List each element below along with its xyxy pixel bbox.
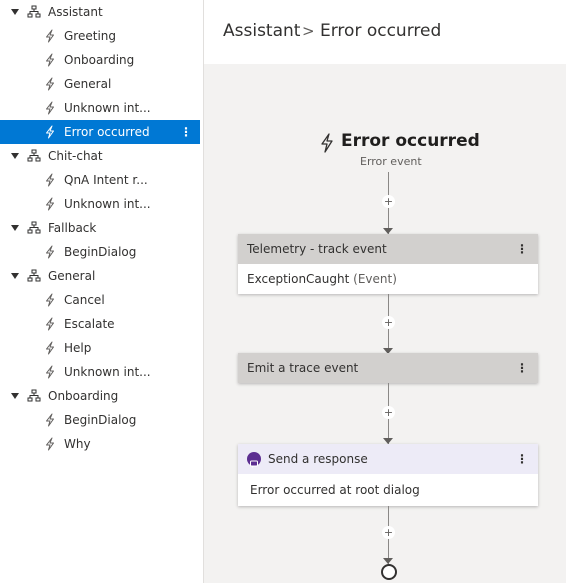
trigger-subtitle: Error event	[360, 155, 422, 168]
card-menu-button[interactable]: ⋮	[516, 353, 528, 383]
add-action-button[interactable]: +	[382, 195, 395, 208]
tree-dialog-item[interactable]: Assistant	[0, 0, 200, 24]
add-action-button[interactable]: +	[382, 526, 395, 539]
tree-trigger-item[interactable]: Help	[0, 336, 200, 360]
caret-down-icon[interactable]	[11, 393, 19, 399]
tree-trigger-item[interactable]: Error occurred ⋮	[0, 120, 200, 144]
tree-item-label: Assistant	[48, 5, 103, 19]
breadcrumb-current: Error occurred	[320, 21, 442, 41]
lightning-icon	[46, 341, 54, 355]
card-header: Emit a trace event ⋮	[238, 353, 538, 383]
tree-trigger-item[interactable]: Escalate	[0, 312, 200, 336]
tree-item-label: General	[48, 269, 96, 283]
tree-dialog-item[interactable]: General	[0, 264, 200, 288]
action-card-send-response[interactable]: Send a response ⋮ Error occurred at root…	[238, 444, 538, 506]
tree-item-label: Unknown int...	[64, 365, 151, 379]
tree-item-label: BeginDialog	[64, 245, 137, 259]
dialog-tree-icon	[27, 5, 41, 18]
more-options-button[interactable]: ⋮	[180, 120, 192, 144]
action-card-trace[interactable]: Emit a trace event ⋮	[238, 353, 538, 383]
tree-trigger-item[interactable]: BeginDialog	[0, 240, 200, 264]
breadcrumb-root[interactable]: Assistant	[223, 21, 300, 41]
tree-dialog-item[interactable]: Fallback	[0, 216, 200, 240]
tree-item-label: BeginDialog	[64, 413, 137, 427]
tree-trigger-item[interactable]: Why	[0, 432, 200, 456]
tree-item-label: General	[64, 77, 112, 91]
lightning-icon	[46, 365, 54, 379]
tree-trigger-item[interactable]: Unknown int...	[0, 96, 200, 120]
tree-trigger-item[interactable]: Unknown int...	[0, 192, 200, 216]
tree-item-label: Onboarding	[48, 389, 119, 403]
tree-item-label: Greeting	[64, 29, 116, 43]
lightning-icon	[46, 293, 54, 307]
caret-down-icon[interactable]	[11, 153, 19, 159]
message-icon	[247, 452, 261, 468]
lightning-icon	[46, 413, 54, 427]
tree-trigger-item[interactable]: QnA Intent r...	[0, 168, 200, 192]
lightning-icon	[46, 53, 54, 67]
caret-down-icon[interactable]	[11, 9, 19, 15]
lightning-icon	[46, 197, 54, 211]
card-header: Send a response ⋮	[238, 444, 538, 474]
tree-item-label: Why	[64, 437, 91, 451]
card-header: Telemetry - track event ⋮	[238, 234, 538, 264]
tree-trigger-item[interactable]: Greeting	[0, 24, 200, 48]
tree-item-label: Onboarding	[64, 53, 135, 67]
tree-item-label: Error occurred	[64, 125, 150, 139]
lightning-icon	[46, 173, 54, 187]
lightning-icon	[46, 29, 54, 43]
tree-trigger-item[interactable]: Unknown int...	[0, 360, 200, 384]
tree-item-label: Unknown int...	[64, 101, 151, 115]
lightning-icon	[46, 317, 54, 331]
caret-down-icon[interactable]	[11, 273, 19, 279]
lightning-icon	[46, 437, 54, 451]
card-body: ExceptionCaught (Event)	[238, 264, 538, 294]
lightning-icon	[46, 101, 54, 115]
add-action-button[interactable]: +	[382, 316, 395, 329]
dialog-tree-icon	[27, 269, 41, 282]
card-body-text: ExceptionCaught (Event)	[247, 272, 397, 286]
card-title: Emit a trace event	[247, 361, 359, 375]
card-body: Error occurred at root dialog	[238, 474, 538, 506]
tree-item-label: Escalate	[64, 317, 115, 331]
tree-item-label: Help	[64, 341, 92, 355]
header: Assistant > Error occurred	[204, 0, 566, 64]
tree-item-label: Fallback	[48, 221, 97, 235]
action-card-telemetry[interactable]: Telemetry - track event ⋮ ExceptionCaugh…	[238, 234, 538, 294]
dialog-tree-icon	[27, 389, 41, 402]
dialog-tree: Assistant Greeting Onboarding General Unknow…	[0, 0, 204, 583]
lightning-icon	[46, 77, 54, 91]
lightning-icon	[46, 125, 54, 139]
breadcrumb-separator: >	[302, 22, 315, 40]
tree-trigger-item[interactable]: Onboarding	[0, 48, 200, 72]
card-menu-button[interactable]: ⋮	[516, 444, 528, 474]
visual-editor-canvas[interactable]: Error occurred Error event + Telemetry -…	[204, 64, 566, 583]
add-action-button[interactable]: +	[382, 406, 395, 419]
tree-trigger-item[interactable]: General	[0, 72, 200, 96]
tree-item-label: Chit-chat	[48, 149, 103, 163]
trigger-title: Error occurred	[341, 131, 480, 151]
tree-item-label: Cancel	[64, 293, 105, 307]
card-menu-button[interactable]: ⋮	[516, 234, 528, 264]
caret-down-icon[interactable]	[11, 225, 19, 231]
lightning-icon	[46, 245, 54, 259]
tree-trigger-item[interactable]: BeginDialog	[0, 408, 200, 432]
dialog-tree-icon	[27, 149, 41, 162]
tree-item-label: Unknown int...	[64, 197, 151, 211]
tree-trigger-item[interactable]: Cancel	[0, 288, 200, 312]
card-body-text: Error occurred at root dialog	[250, 483, 420, 497]
tree-item-label: QnA Intent r...	[64, 173, 148, 187]
tree-dialog-item[interactable]: Onboarding	[0, 384, 200, 408]
card-title: Send a response	[268, 452, 368, 466]
tree-dialog-item[interactable]: Chit-chat	[0, 144, 200, 168]
card-title: Telemetry - track event	[247, 242, 387, 256]
main-panel: Assistant > Error occurred Error occurre…	[204, 0, 566, 583]
dialog-tree-icon	[27, 221, 41, 234]
end-node	[381, 564, 397, 580]
lightning-icon	[321, 133, 333, 153]
